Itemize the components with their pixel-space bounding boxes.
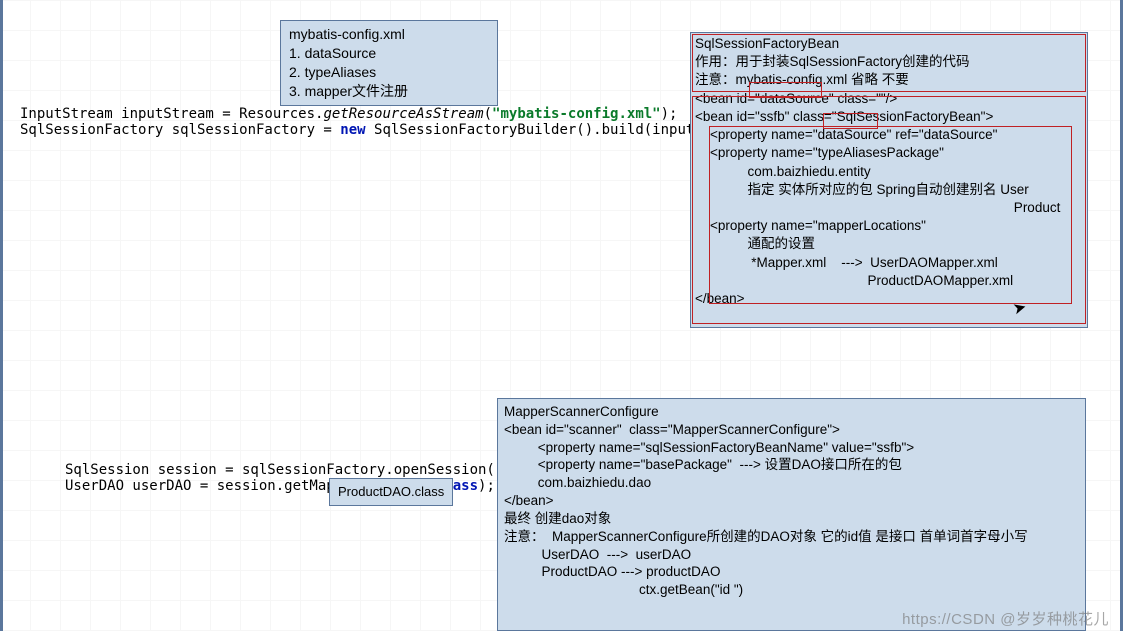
sqlsessionfactorybean-box: SqlSessionFactoryBean 作用：用于封装SqlSessionF…	[690, 32, 1088, 328]
left-edge	[0, 0, 3, 631]
lb-l5: com.baizhiedu.dao	[504, 474, 1079, 492]
mybatis-config-l2: 1. dataSource	[289, 44, 489, 63]
mybatis-config-l3: 2. typeAliases	[289, 63, 489, 82]
bb-l2: 作用：用于封装SqlSessionFactory创建的代码	[695, 53, 1083, 71]
c1-str: "mybatis-config.xml"	[492, 106, 661, 122]
lb-l1: MapperScannerConfigure	[504, 403, 1079, 421]
lb-l6: </bean>	[504, 492, 1079, 510]
bb-l9a: 指定 实体所对应的包 Spring自动创建别名 User	[695, 181, 1083, 199]
productdao-label: ProductDAO.class	[338, 484, 444, 499]
bb-l12: *Mapper.xml ---> UserDAOMapper.xml	[695, 254, 1083, 272]
bb-l8: com.baizhiedu.entity	[695, 163, 1083, 181]
c1-l1m: getResourceAsStream	[323, 106, 483, 122]
lb-l10: ProductDAO ---> productDAO	[504, 563, 1079, 581]
c2-l2b: );	[478, 478, 495, 494]
lb-l2: <bean id="scanner" class="MapperScannerC…	[504, 421, 1079, 439]
bb-l9b: Product	[695, 199, 1083, 217]
bb-l10: <property name="mapperLocations"	[695, 217, 1083, 235]
lb-l8: 注意： MapperScannerConfigure所创建的DAO对象 它的id…	[504, 528, 1079, 546]
kw-new: new	[340, 122, 365, 138]
c2-l1: SqlSession session = sqlSessionFactory.o…	[65, 462, 512, 478]
mybatis-config-l1: mybatis-config.xml	[289, 25, 489, 44]
bb-l4: <bean id="dataSource" class=""/>	[695, 90, 1083, 108]
lb-l3: <property name="sqlSessionFactoryBeanNam…	[504, 439, 1079, 457]
bb-l3: 注意：mybatis-config.xml 省略 不要	[695, 71, 1083, 89]
c1-l1c: );	[661, 106, 678, 122]
bb-l1: SqlSessionFactoryBean	[695, 35, 1083, 53]
bb-l7: <property name="typeAliasesPackage"	[695, 144, 1083, 162]
bb-l6: <property name="dataSource" ref="dataSou…	[695, 126, 1083, 144]
bb-l11: 通配的设置	[695, 235, 1083, 253]
c1-l1a: InputStream inputStream = Resources.	[20, 106, 323, 122]
lb-l7: 最终 创建dao对象	[504, 510, 1079, 528]
productdao-box: ProductDAO.class	[329, 478, 453, 506]
c1-l2a: SqlSessionFactory sqlSessionFactory =	[20, 122, 340, 138]
mapperscanner-box: MapperScannerConfigure <bean id="scanner…	[497, 398, 1086, 631]
watermark-text: https://CSDN @岁岁种桃花儿	[902, 608, 1109, 629]
c1-l1o: (	[484, 106, 492, 122]
lb-l11: ctx.getBean("id ")	[504, 581, 1079, 599]
lb-l4: <property name="basePackage" ---> 设置DAO接…	[504, 456, 1079, 474]
bb-l5: <bean id="ssfb" class="SqlSessionFactory…	[695, 108, 1083, 126]
bb-l13: ProductDAOMapper.xml	[695, 272, 1083, 290]
code-block-1: InputStream inputStream = Resources.getR…	[20, 90, 762, 138]
lb-l9: UserDAO ---> userDAO	[504, 546, 1079, 564]
